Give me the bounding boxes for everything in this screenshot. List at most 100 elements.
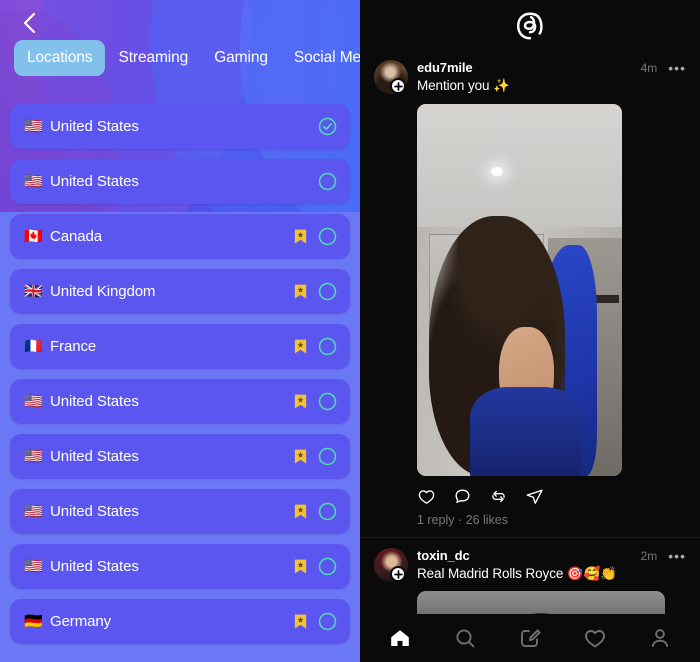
avatar[interactable] <box>374 548 408 582</box>
location-name: United Kingdom <box>50 283 156 300</box>
select-ring-icon <box>318 502 337 521</box>
reply-icon <box>455 489 470 504</box>
share-button[interactable] <box>525 487 544 506</box>
bookmark-icon <box>294 504 306 519</box>
bookmark-button[interactable] <box>289 393 311 410</box>
select-toggle[interactable] <box>311 502 337 521</box>
avatar[interactable] <box>374 60 408 94</box>
location-row[interactable]: 🇺🇸 United States <box>10 104 350 149</box>
select-toggle[interactable] <box>311 447 337 466</box>
more-options-icon[interactable]: ••• <box>668 61 686 75</box>
post-meta-row: edu7mile 4m ••• <box>417 60 686 75</box>
bookmark-button[interactable] <box>289 448 311 465</box>
select-toggle[interactable] <box>311 557 337 576</box>
follow-plus-icon[interactable] <box>390 566 406 582</box>
post-timestamp: 2m <box>640 548 658 563</box>
post-stats[interactable]: 1 reply · 26 likes <box>417 513 686 527</box>
bookmark-icon <box>294 284 306 299</box>
post-text: Real Madrid Rolls Royce 🎯🥰👏 <box>417 566 618 581</box>
bookmark-button[interactable] <box>289 613 311 630</box>
select-ring-icon <box>318 172 337 191</box>
feed-post[interactable]: edu7mile 4m ••• Mention you ✨ 1 reply · … <box>360 52 700 527</box>
bookmark-icon <box>294 339 306 354</box>
like-icon <box>418 490 435 504</box>
select-toggle[interactable] <box>311 227 337 246</box>
select-ring-icon <box>318 447 337 466</box>
select-ring-icon <box>318 282 337 301</box>
compose-icon <box>521 629 541 647</box>
reply-button[interactable] <box>453 487 472 506</box>
share-icon <box>526 489 543 504</box>
nav-home[interactable] <box>378 618 422 658</box>
nav-profile[interactable] <box>638 618 682 658</box>
post-image[interactable] <box>417 591 665 614</box>
location-row[interactable]: 🇺🇸 United States <box>10 489 350 534</box>
country-flag-icon: 🇺🇸 <box>24 558 43 575</box>
more-options-icon[interactable]: ••• <box>668 549 686 563</box>
tab-streaming[interactable]: Streaming <box>105 40 201 76</box>
location-row[interactable]: 🇬🇧 United Kingdom <box>10 269 350 314</box>
location-row[interactable]: 🇺🇸 United States <box>10 159 350 204</box>
location-row[interactable]: 🇨🇦 Canada <box>10 214 350 259</box>
select-toggle[interactable] <box>311 392 337 411</box>
location-name: United States <box>50 118 139 135</box>
post-text: Mention you ✨ <box>417 78 510 93</box>
post-image[interactable] <box>417 104 622 476</box>
tab-locations[interactable]: Locations <box>14 40 106 76</box>
bookmark-button[interactable] <box>289 503 311 520</box>
feed-post[interactable]: toxin_dc 2m ••• Real Madrid Rolls Royce … <box>360 537 700 614</box>
location-row[interactable]: 🇩🇪 Germany <box>10 599 350 644</box>
location-row[interactable]: 🇺🇸 United States <box>10 434 350 479</box>
bookmark-icon <box>294 449 306 464</box>
country-flag-icon: 🇫🇷 <box>24 338 43 355</box>
location-row[interactable]: 🇺🇸 United States <box>10 379 350 424</box>
category-tabs: LocationsStreamingGamingSocial Media <box>14 40 360 76</box>
location-name: France <box>50 338 97 355</box>
tab-social-media[interactable]: Social Media <box>281 40 360 76</box>
home-icon <box>391 630 410 646</box>
bookmark-icon <box>294 229 306 244</box>
country-flag-icon: 🇺🇸 <box>24 448 43 465</box>
plus-icon <box>393 569 403 579</box>
like-button[interactable] <box>417 487 436 506</box>
location-name: United States <box>50 393 139 410</box>
app-logo[interactable] <box>360 0 700 52</box>
country-flag-icon: 🇨🇦 <box>24 228 43 245</box>
post-body: toxin_dc 2m ••• Real Madrid Rolls Royce … <box>417 548 686 582</box>
selected-check-icon <box>318 117 337 136</box>
vpn-locations-panel: LocationsStreamingGamingSocial Media 🇺🇸 U… <box>0 0 360 662</box>
bookmark-button[interactable] <box>289 228 311 245</box>
country-flag-icon: 🇺🇸 <box>24 393 43 410</box>
threads-app-panel: edu7mile 4m ••• Mention you ✨ 1 reply · … <box>360 0 700 662</box>
locations-list[interactable]: 🇺🇸 United States 🇺🇸 United States 🇨🇦 Canada 🇬🇧… <box>0 104 360 662</box>
post-username[interactable]: toxin_dc <box>417 548 470 563</box>
select-toggle[interactable] <box>311 282 337 301</box>
bottom-navigation <box>360 614 700 662</box>
bookmark-button[interactable] <box>289 338 311 355</box>
back-button[interactable] <box>12 6 46 40</box>
nav-search[interactable] <box>443 618 487 658</box>
selected-indicator[interactable] <box>311 117 337 136</box>
location-name: Canada <box>50 228 102 245</box>
select-toggle[interactable] <box>311 337 337 356</box>
threads-feed[interactable]: edu7mile 4m ••• Mention you ✨ 1 reply · … <box>360 52 700 614</box>
location-row[interactable]: 🇺🇸 United States <box>10 544 350 589</box>
bookmark-button[interactable] <box>289 283 311 300</box>
bookmark-icon <box>294 614 306 629</box>
country-flag-icon: 🇩🇪 <box>24 613 43 630</box>
bookmark-button[interactable] <box>289 558 311 575</box>
repost-button[interactable] <box>489 487 508 506</box>
profile-icon <box>651 629 668 647</box>
bookmark-icon <box>294 559 306 574</box>
nav-activity[interactable] <box>573 618 617 658</box>
select-toggle[interactable] <box>311 172 337 191</box>
select-ring-icon <box>318 392 337 411</box>
tab-gaming[interactable]: Gaming <box>201 40 281 76</box>
follow-plus-icon[interactable] <box>390 78 406 94</box>
select-ring-icon <box>318 612 337 631</box>
location-row[interactable]: 🇫🇷 France <box>10 324 350 369</box>
select-toggle[interactable] <box>311 612 337 631</box>
post-username[interactable]: edu7mile <box>417 60 473 75</box>
repost-icon <box>492 490 505 503</box>
nav-compose[interactable] <box>508 618 552 658</box>
